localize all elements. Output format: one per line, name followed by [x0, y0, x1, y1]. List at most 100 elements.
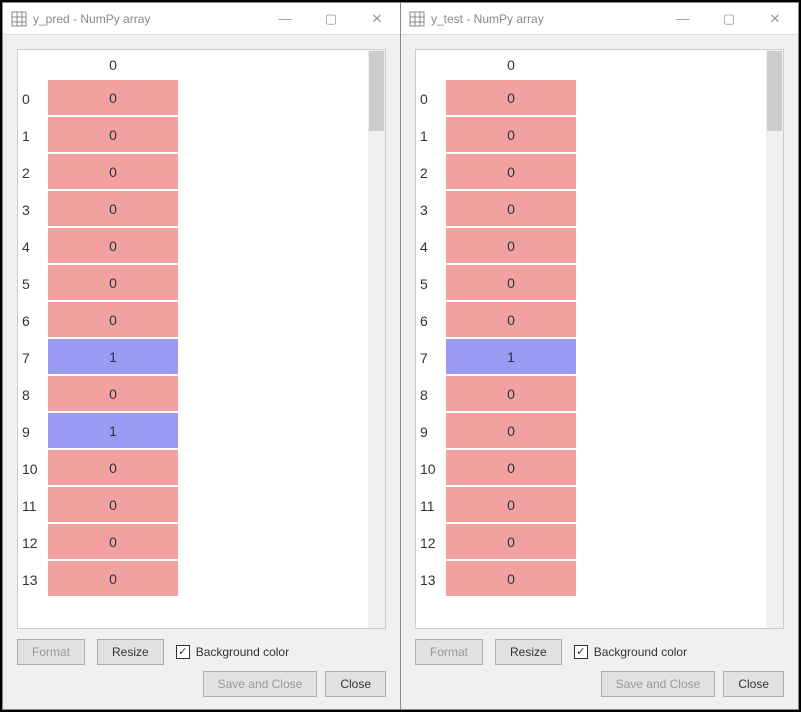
row-header[interactable]: 6 [18, 302, 48, 339]
row-header[interactable]: 12 [416, 524, 446, 561]
table-cell[interactable]: 0 [48, 80, 178, 117]
table-cell[interactable]: 0 [446, 413, 576, 450]
table-cell[interactable]: 0 [446, 450, 576, 487]
column-header[interactable]: 0 [446, 50, 576, 80]
row-header[interactable]: 12 [18, 524, 48, 561]
row-header[interactable]: 4 [18, 228, 48, 265]
table-cell[interactable]: 0 [446, 228, 576, 265]
table-cell[interactable]: 0 [446, 376, 576, 413]
maximize-button[interactable]: ▢ [308, 3, 354, 35]
format-button[interactable]: Format [415, 639, 483, 665]
row-header[interactable]: 8 [416, 376, 446, 413]
table-cell[interactable]: 0 [48, 487, 178, 524]
resize-button[interactable]: Resize [495, 639, 562, 665]
table-cell[interactable]: 0 [48, 524, 178, 561]
save-and-close-button[interactable]: Save and Close [601, 671, 716, 697]
row-header[interactable]: 5 [18, 265, 48, 302]
row-header[interactable]: 2 [18, 154, 48, 191]
table-row: 91 [18, 413, 368, 450]
table-cell[interactable]: 0 [48, 117, 178, 154]
row-header[interactable]: 13 [18, 561, 48, 598]
row-header[interactable]: 11 [416, 487, 446, 524]
maximize-button[interactable]: ▢ [706, 3, 752, 35]
row-header[interactable]: 10 [416, 450, 446, 487]
table-cell[interactable]: 0 [48, 450, 178, 487]
table-row: 50 [18, 265, 368, 302]
row-header[interactable]: 10 [18, 450, 48, 487]
row-header[interactable]: 9 [18, 413, 48, 450]
row-header[interactable]: 1 [416, 117, 446, 154]
footer-row: Save and Close Close [17, 671, 386, 709]
row-header[interactable]: 7 [18, 339, 48, 376]
table-cell[interactable]: 0 [48, 228, 178, 265]
table-cell[interactable]: 0 [446, 154, 576, 191]
table-cell[interactable]: 0 [446, 117, 576, 154]
row-header[interactable]: 6 [416, 302, 446, 339]
window-title: y_pred - NumPy array [33, 12, 262, 26]
row-header[interactable]: 5 [416, 265, 446, 302]
row-header[interactable]: 2 [416, 154, 446, 191]
row-header[interactable]: 3 [416, 191, 446, 228]
checkbox-label: Background color [594, 645, 687, 659]
save-and-close-button[interactable]: Save and Close [203, 671, 318, 697]
column-header[interactable]: 0 [48, 50, 178, 80]
background-color-checkbox[interactable]: ✓ Background color [176, 645, 289, 659]
close-button[interactable]: Close [723, 671, 784, 697]
table-cell[interactable]: 0 [48, 376, 178, 413]
checkbox-icon: ✓ [176, 645, 190, 659]
titlebar[interactable]: y_pred - NumPy array — ▢ ✕ [3, 3, 400, 35]
close-window-button[interactable]: ✕ [752, 3, 798, 35]
row-header[interactable]: 8 [18, 376, 48, 413]
table-cell[interactable]: 0 [446, 302, 576, 339]
table-row: 130 [18, 561, 368, 598]
format-button[interactable]: Format [17, 639, 85, 665]
table-cell[interactable]: 0 [446, 487, 576, 524]
table-cell[interactable]: 0 [446, 524, 576, 561]
table-cell[interactable]: 0 [48, 561, 178, 598]
window-y-test: y_test - NumPy array — ▢ ✕ 0 00102030405… [401, 2, 799, 710]
table-cell[interactable]: 0 [48, 265, 178, 302]
row-header[interactable]: 4 [416, 228, 446, 265]
table-row: 120 [416, 524, 766, 561]
table-cell[interactable]: 1 [48, 413, 178, 450]
row-header[interactable]: 1 [18, 117, 48, 154]
table-inner: 0 00102030405060718090100110120130 [416, 50, 766, 628]
table-row: 60 [18, 302, 368, 339]
table-cell[interactable]: 1 [48, 339, 178, 376]
table-row: 40 [416, 228, 766, 265]
row-header[interactable]: 3 [18, 191, 48, 228]
row-header[interactable]: 0 [18, 80, 48, 117]
table-cell[interactable]: 0 [48, 191, 178, 228]
table-cell[interactable]: 0 [446, 80, 576, 117]
row-header[interactable]: 0 [416, 80, 446, 117]
table-cell[interactable]: 1 [446, 339, 576, 376]
row-header[interactable]: 7 [416, 339, 446, 376]
row-header[interactable]: 13 [416, 561, 446, 598]
close-button[interactable]: Close [325, 671, 386, 697]
grid-icon [11, 11, 27, 27]
table-cell[interactable]: 0 [446, 265, 576, 302]
row-header[interactable]: 11 [18, 487, 48, 524]
table-row: 20 [416, 154, 766, 191]
table-cell[interactable]: 0 [446, 561, 576, 598]
close-window-button[interactable]: ✕ [354, 3, 400, 35]
scrollbar-thumb[interactable] [369, 51, 384, 131]
minimize-button[interactable]: — [660, 3, 706, 35]
table-row: 50 [416, 265, 766, 302]
table-row: 00 [18, 80, 368, 117]
table-row: 10 [416, 117, 766, 154]
scrollbar[interactable] [368, 50, 385, 628]
minimize-button[interactable]: — [262, 3, 308, 35]
grid-icon [409, 11, 425, 27]
table-row: 110 [18, 487, 368, 524]
table-row: 110 [416, 487, 766, 524]
resize-button[interactable]: Resize [97, 639, 164, 665]
table-cell[interactable]: 0 [48, 302, 178, 339]
titlebar[interactable]: y_test - NumPy array — ▢ ✕ [401, 3, 798, 35]
table-cell[interactable]: 0 [446, 191, 576, 228]
scrollbar-thumb[interactable] [767, 51, 782, 131]
background-color-checkbox[interactable]: ✓ Background color [574, 645, 687, 659]
row-header[interactable]: 9 [416, 413, 446, 450]
scrollbar[interactable] [766, 50, 783, 628]
table-cell[interactable]: 0 [48, 154, 178, 191]
